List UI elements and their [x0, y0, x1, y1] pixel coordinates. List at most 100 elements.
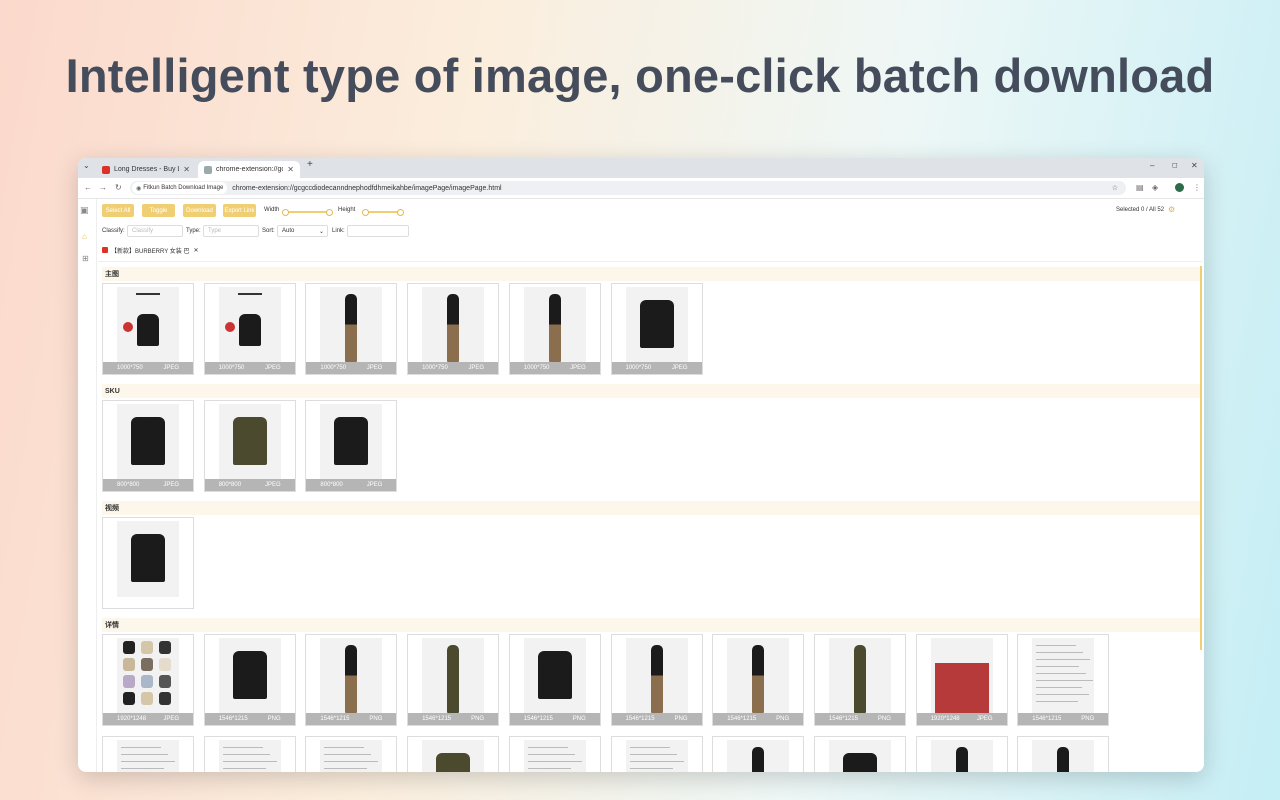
image-card[interactable]: 1546*1215 PNG	[203, 634, 296, 726]
sticker-graphic	[224, 322, 235, 332]
text-line	[324, 754, 372, 755]
bookmark-star-icon[interactable]: ☆	[1112, 184, 1118, 192]
maximize-button[interactable]: ◻	[1172, 161, 1178, 169]
image-card[interactable]	[712, 736, 805, 772]
image-card[interactable]	[915, 736, 1008, 772]
coat-graphic	[137, 314, 159, 346]
image-card[interactable]	[508, 736, 601, 772]
image-card[interactable]	[407, 736, 500, 772]
image-meta-bar: 1000*750 JPEG	[103, 362, 193, 374]
close-window-button[interactable]: ✕	[1191, 161, 1198, 170]
tab-extension-page[interactable]: chrome-extension://gcgccdio ✕	[198, 161, 300, 178]
back-icon[interactable]: ←	[84, 183, 92, 192]
coat-graphic	[436, 753, 471, 772]
image-card[interactable]: 800*800 JPEG	[203, 400, 296, 492]
type-select[interactable]: Type	[203, 225, 259, 237]
new-tab-button[interactable]: +	[307, 159, 313, 170]
width-slider[interactable]	[282, 209, 333, 216]
grid-swatch	[123, 675, 135, 688]
height-slider[interactable]	[362, 209, 404, 216]
grid-icon[interactable]: ⊞	[82, 254, 89, 263]
width-slider-max-handle[interactable]	[326, 209, 333, 216]
reload-icon[interactable]: ↻	[115, 183, 122, 192]
image-card[interactable]: 1546*1215 PNG	[813, 634, 906, 726]
image-card[interactable]: 1546*1215 PNG	[1017, 634, 1110, 726]
model-graphic	[955, 747, 968, 772]
extensions-puzzle-icon[interactable]: ◈	[1152, 183, 1158, 192]
image-card[interactable]: 1546*1215 PNG	[305, 634, 398, 726]
image-dimensions: 1000*750	[320, 365, 347, 371]
model-graphic	[1057, 747, 1070, 772]
image-card[interactable]: 1000*750 JPEG	[610, 283, 703, 375]
image-card[interactable]: 1000*750 JPEG	[203, 283, 296, 375]
image-card[interactable]: 1000*750 JPEG	[305, 283, 398, 375]
menu-icon[interactable]: ⋮	[1193, 183, 1201, 192]
grid-swatch	[159, 692, 171, 705]
sort-select[interactable]: Auto ⌄	[277, 225, 328, 237]
height-slider-min-handle[interactable]	[362, 209, 369, 216]
grid-swatch	[123, 658, 135, 671]
section-header: 视频	[102, 501, 1200, 515]
image-dimensions: 1000*750	[218, 365, 245, 371]
image-card[interactable]: 1000*750 JPEG	[102, 283, 194, 375]
image-card[interactable]	[1017, 736, 1110, 772]
toggle-button[interactable]: Toggle	[142, 204, 175, 217]
image-format: PNG	[267, 716, 281, 722]
settings-gear-icon[interactable]: ⚙	[1168, 205, 1175, 214]
image-card[interactable]	[813, 736, 906, 772]
model-graphic	[345, 294, 358, 362]
scrollbar[interactable]	[1200, 266, 1202, 650]
forward-icon[interactable]: →	[99, 183, 107, 192]
download-button[interactable]: Download	[183, 204, 216, 217]
width-label: Width	[264, 207, 280, 213]
image-card[interactable]	[305, 736, 398, 772]
image-card[interactable]: 1546*1215 PNG	[508, 634, 601, 726]
image-card[interactable]: 1000*750 JPEG	[508, 283, 601, 375]
source-page-tab[interactable]: 【新款】BURBERRY 女装 巴 ✕	[102, 244, 199, 256]
grid-swatch	[159, 641, 171, 654]
model-graphic	[752, 747, 765, 772]
tab-search-icon[interactable]: ⌄	[83, 161, 90, 170]
image-meta-bar: 1000*750 JPEG	[408, 362, 499, 374]
image-card[interactable]: 1546*1215 PNG	[712, 634, 805, 726]
tab-close-icon[interactable]: ✕	[183, 165, 190, 174]
image-dimensions: 1546*1215	[523, 716, 553, 722]
tab-long-dresses[interactable]: Long Dresses - Buy Long Dres ✕	[96, 161, 196, 178]
image-meta-bar: 800*800 JPEG	[204, 479, 295, 491]
export-link-button[interactable]: Export Link	[223, 204, 256, 217]
image-meta-bar: 1000*750 JPEG	[306, 362, 397, 374]
width-slider-min-handle[interactable]	[282, 209, 289, 216]
image-card[interactable]: 1546*1215 PNG	[610, 634, 703, 726]
height-slider-max-handle[interactable]	[397, 209, 404, 216]
select-all-button[interactable]: Select All	[102, 204, 134, 217]
profile-avatar[interactable]	[1175, 183, 1184, 192]
image-card[interactable]: 800*800 JPEG	[305, 400, 398, 492]
tab-close-icon[interactable]: ✕	[287, 165, 294, 174]
image-card[interactable]	[203, 736, 296, 772]
classify-select[interactable]: Classify	[127, 225, 183, 237]
image-card[interactable]	[102, 736, 194, 772]
image-card[interactable]: 1546*1215 PNG	[407, 634, 500, 726]
home-icon[interactable]: ⌂	[82, 232, 87, 241]
minimize-button[interactable]: –	[1150, 161, 1154, 170]
image-dimensions: 1920*1248	[117, 716, 147, 722]
image-card[interactable]: 800*800 JPEG	[102, 400, 194, 492]
text-line	[1036, 694, 1090, 695]
image-card[interactable]	[610, 736, 703, 772]
close-icon[interactable]: ✕	[193, 247, 198, 254]
grid-swatch	[141, 692, 153, 705]
address-bar[interactable]: ◉ Fitkun Batch Download Image chrome-ext…	[130, 181, 1126, 195]
image-dimensions: 1920*1248	[930, 716, 960, 722]
headline: Intelligent type of image, one-click bat…	[65, 49, 1215, 102]
extension-icon[interactable]: ▤	[1136, 183, 1144, 192]
tab-title: chrome-extension://gcgccdio	[216, 166, 283, 173]
link-input[interactable]	[347, 225, 409, 237]
image-card[interactable]: 1920*1248 JPEG	[915, 634, 1008, 726]
image-meta-bar: 1546*1215 PNG	[306, 713, 397, 725]
image-card[interactable]	[102, 517, 194, 609]
image-meta-bar: 1546*1215 PNG	[204, 713, 295, 725]
image-card[interactable]: 1920*1248 JPEG	[102, 634, 194, 726]
image-card[interactable]: 1000*750 JPEG	[407, 283, 500, 375]
text-line	[222, 761, 277, 762]
coat-graphic	[842, 753, 877, 772]
